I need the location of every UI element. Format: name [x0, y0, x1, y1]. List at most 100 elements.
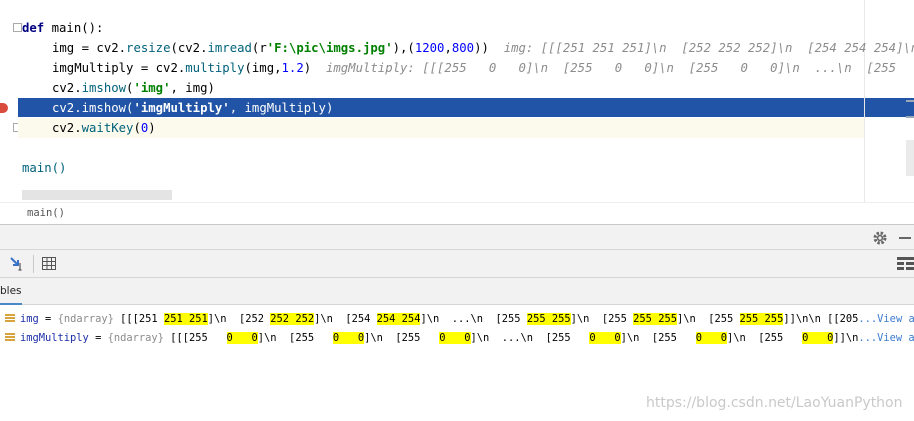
horizontal-scrollbar[interactable]	[22, 190, 172, 200]
highlighted-value: 255 255	[739, 313, 784, 325]
variable-type: {ndarray}	[57, 313, 114, 325]
code-text: cv2.	[52, 81, 82, 95]
variable-text: img = {ndarray} [[[251 251 251]\n [252 2…	[20, 309, 914, 330]
scroll-marker[interactable]	[906, 116, 914, 118]
code-line-main-call[interactable]: main()	[22, 158, 66, 178]
variable-value: ]\n [252	[207, 313, 271, 325]
gear-icon[interactable]	[872, 230, 888, 246]
code-text: (	[133, 121, 141, 135]
equals-sign: =	[88, 332, 108, 344]
toolbar-separator	[33, 255, 34, 273]
variable-name: imgMultiply	[20, 332, 89, 344]
variable-value: ]\n [255	[676, 313, 740, 325]
breadcrumb[interactable]: main()	[0, 202, 914, 224]
watermark: https://blog.csdn.net/LaoYuanPython	[646, 395, 903, 411]
view-as-array-link[interactable]: ...View as Array	[858, 313, 914, 325]
keyword-def: def	[22, 21, 45, 35]
code-text: cv2.	[52, 101, 82, 115]
scroll-marker[interactable]	[906, 100, 914, 102]
variable-value: ]\n ...\n [255	[420, 313, 527, 325]
code-line-waitkey[interactable]: cv2.waitKey(0)	[52, 118, 156, 138]
code-line-multiply[interactable]: imgMultiply = cv2.multiply(img,1.2) imgM…	[52, 58, 914, 78]
number-literal: 800	[451, 41, 475, 55]
highlighted-value: 0 0	[589, 332, 621, 344]
string-literal: 'imgMultiply'	[133, 101, 230, 115]
variable-name: img	[20, 313, 39, 325]
variable-row-img[interactable]: img = {ndarray} [[[251 251 251]\n [252 2…	[0, 309, 914, 330]
inline-debug-value: imgMultiply: [[[255 0 0]\n [255 0 0]\n […	[325, 61, 914, 75]
number-literal: 1200	[414, 41, 445, 55]
code-text: , imgMultiply)	[229, 101, 334, 115]
number-literal: 1.2	[281, 61, 304, 75]
code-text: )	[148, 121, 156, 135]
call-imshow: imshow	[81, 101, 127, 115]
highlighted-value: 0 0	[695, 332, 727, 344]
call-imread: imread	[207, 41, 252, 55]
tab-variables[interactable]: bles	[0, 278, 28, 305]
fold-marker-icon[interactable]	[13, 23, 22, 32]
view-as-array-link[interactable]: ...View as Array	[858, 332, 914, 344]
code-text: ),(	[392, 41, 415, 55]
highlighted-value: 255 255	[526, 313, 571, 325]
string-literal: 'img'	[133, 81, 171, 95]
code-text: img = cv2.	[52, 41, 127, 55]
variable-value: ]\n [255	[257, 332, 333, 344]
call-multiply: multiply	[185, 61, 245, 75]
inline-debug-value: img: [[[251 251 251]\n [252 252 252]\n […	[503, 41, 914, 55]
scrollbar-thumb[interactable]	[906, 140, 914, 176]
string-literal: 'F:\pic\imgs.jpg'	[266, 41, 393, 55]
code-text: ,	[444, 41, 452, 55]
function-signature: main():	[44, 21, 104, 35]
variable-text: imgMultiply = {ndarray} [[[255 0 0]\n [2…	[20, 328, 914, 349]
call-resize: resize	[126, 41, 171, 55]
code-text: , img)	[170, 81, 215, 95]
debug-tool-header	[0, 224, 914, 250]
variable-row-imgmultiply[interactable]: imgMultiply = {ndarray} [[[255 0 0]\n [2…	[0, 328, 914, 349]
code-text: cv2.	[52, 121, 82, 135]
tab-variables-label: bles	[0, 285, 22, 297]
code-editor[interactable]: def main(): img = cv2.resize(cv2.imread(…	[0, 0, 914, 202]
debug-toolbar	[0, 250, 914, 278]
code-text: )	[303, 61, 312, 75]
call-imshow: imshow	[81, 81, 127, 95]
code-line-img-assign[interactable]: img = cv2.resize(cv2.imread(r'F:\pic\img…	[52, 38, 914, 58]
variable-value: [[[255	[170, 332, 227, 344]
variable-value: ]\n [254	[314, 313, 377, 325]
variable-value: ]\n [255	[620, 332, 696, 344]
code-line-imshow-img[interactable]: cv2.imshow('img', img)	[52, 78, 215, 98]
variables-panel[interactable]: img = {ndarray} [[[251 251 251]\n [252 2…	[0, 305, 914, 421]
breadcrumb-item[interactable]: main()	[27, 207, 65, 219]
code-line-def-main[interactable]: def main():	[22, 18, 103, 38]
code-text: (r	[251, 41, 267, 55]
variable-value: ]]\n\n [[205	[783, 313, 859, 325]
variable-icon	[5, 333, 15, 344]
highlighted-value: 251 251	[163, 313, 208, 325]
variable-value: [[[251	[120, 313, 164, 325]
variable-value: ]\n [255	[727, 332, 803, 344]
highlighted-value: 0 0	[332, 332, 365, 344]
variable-value: ]\n ...\n [255	[470, 332, 590, 344]
code-text: (img,	[244, 61, 282, 75]
highlighted-value: 0 0	[439, 332, 471, 344]
minimize-icon[interactable]	[899, 237, 911, 239]
code-text: (cv2.	[170, 41, 208, 55]
right-margin-guide	[864, 0, 865, 202]
variables-tabbar: bles	[0, 278, 914, 305]
code-line-imshow-multiply[interactable]: cv2.imshow('imgMultiply', imgMultiply)	[52, 98, 333, 118]
variable-icon	[5, 314, 15, 325]
layout-icon[interactable]	[897, 257, 914, 271]
variable-value: ]]\n	[833, 332, 859, 344]
variable-type: {ndarray}	[107, 332, 164, 344]
highlighted-value: 0 0	[802, 332, 834, 344]
highlighted-value: 254 254	[376, 313, 421, 325]
step-into-icon[interactable]	[9, 256, 25, 272]
highlighted-value: 252 252	[270, 313, 315, 325]
variable-value: ]\n [255	[364, 332, 440, 344]
equals-sign: =	[38, 313, 58, 325]
variable-value: ]\n [255	[570, 313, 634, 325]
table-icon[interactable]	[42, 257, 56, 270]
call-waitkey: waitKey	[81, 121, 134, 135]
code-text: imgMultiply = cv2.	[52, 61, 186, 75]
highlighted-value: 255 255	[633, 313, 677, 325]
code-text: ))	[474, 41, 489, 55]
